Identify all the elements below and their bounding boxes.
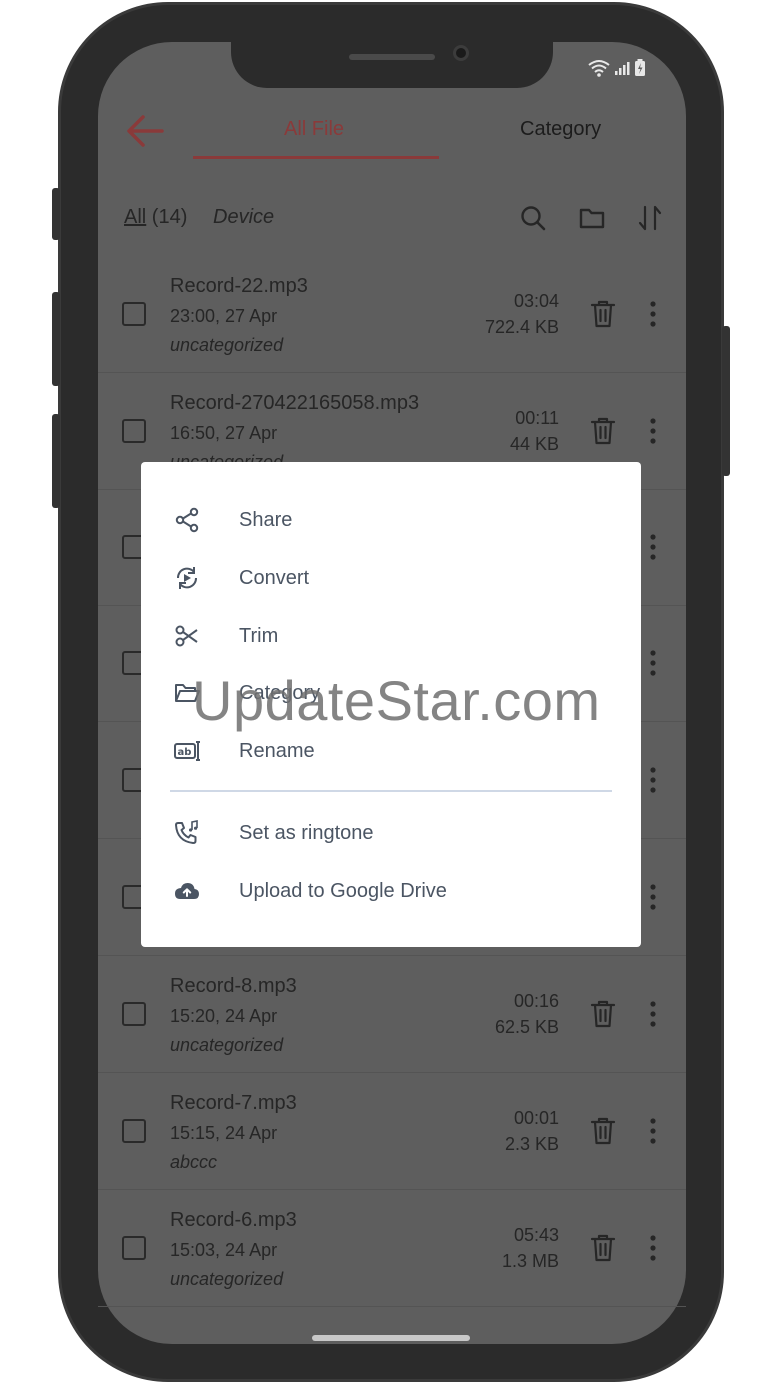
rename-icon: ab bbox=[174, 741, 200, 761]
home-indicator bbox=[312, 1335, 470, 1341]
row-checkbox[interactable] bbox=[122, 302, 146, 326]
menu-divider bbox=[170, 790, 612, 792]
list-item[interactable]: Record-6.mp3 15:03, 24 Apr uncategorized… bbox=[98, 1191, 686, 1307]
filter-all-count: (14) bbox=[151, 206, 188, 228]
list-item[interactable]: Record-7.mp3 15:15, 24 Apr abccc 00:01 2… bbox=[98, 1074, 686, 1190]
record-size: 62.5 KB bbox=[494, 1017, 559, 1037]
notch bbox=[231, 40, 553, 88]
record-size: 1.3 MB bbox=[501, 1251, 559, 1271]
record-duration: 05:43 bbox=[513, 1225, 559, 1245]
menu-item-label: Upload to Google Drive bbox=[239, 879, 447, 902]
active-tab-indicator bbox=[193, 156, 439, 159]
menu-item-share[interactable]: Share bbox=[141, 494, 641, 546]
more-vertical-icon[interactable] bbox=[646, 417, 660, 445]
list-item[interactable]: Record-8.mp3 15:20, 24 Apr uncategorized… bbox=[98, 957, 686, 1073]
record-duration: 00:11 bbox=[515, 408, 559, 428]
filter-all[interactable]: All (14) bbox=[124, 206, 187, 229]
wifi-icon bbox=[588, 60, 610, 77]
phone-music-icon bbox=[175, 820, 198, 844]
trash-icon[interactable] bbox=[590, 1233, 616, 1263]
trash-icon[interactable] bbox=[590, 999, 616, 1029]
record-date: 15:20, 24 Apr bbox=[170, 1006, 278, 1026]
record-date: 23:00, 27 Apr bbox=[170, 306, 278, 326]
record-duration: 00:01 bbox=[513, 1108, 559, 1128]
record-duration: 03:04 bbox=[513, 291, 559, 311]
menu-item-trim[interactable]: Trim bbox=[141, 610, 641, 662]
watermark: UpdateStar.com bbox=[192, 669, 601, 732]
folder-icon[interactable] bbox=[578, 204, 606, 232]
speaker bbox=[349, 54, 435, 60]
sort-icon[interactable] bbox=[636, 204, 664, 232]
more-vertical-icon[interactable] bbox=[646, 300, 660, 328]
menu-item-label: Convert bbox=[239, 566, 310, 589]
record-size: 722.4 KB bbox=[484, 317, 559, 337]
record-name: Record-270422165058.mp3 bbox=[170, 392, 420, 414]
filter-all-label: All bbox=[124, 206, 147, 228]
record-date: 15:15, 24 Apr bbox=[170, 1123, 278, 1143]
record-category: uncategorized bbox=[170, 335, 284, 355]
row-checkbox[interactable] bbox=[122, 1119, 146, 1143]
back-arrow-icon[interactable] bbox=[126, 114, 164, 148]
menu-item-set-ringtone[interactable]: Set as ringtone bbox=[141, 807, 641, 859]
share-icon bbox=[175, 507, 199, 533]
more-vertical-icon[interactable] bbox=[646, 1117, 660, 1145]
record-size: 44 KB bbox=[509, 434, 559, 454]
trash-icon[interactable] bbox=[590, 416, 616, 446]
battery-icon bbox=[635, 59, 645, 76]
row-checkbox[interactable] bbox=[122, 1002, 146, 1026]
more-vertical-icon[interactable] bbox=[646, 533, 660, 561]
status-bar bbox=[588, 56, 654, 80]
menu-item-upload-drive[interactable]: Upload to Google Drive bbox=[141, 865, 641, 917]
scissors-icon bbox=[175, 625, 198, 647]
record-date: 16:50, 27 Apr bbox=[170, 423, 278, 443]
record-size: 2.3 KB bbox=[504, 1134, 559, 1154]
menu-item-label: Trim bbox=[239, 624, 279, 647]
record-date: 15:03, 24 Apr bbox=[170, 1240, 278, 1260]
trash-icon[interactable] bbox=[590, 1116, 616, 1146]
filter-device[interactable]: Device bbox=[213, 206, 274, 229]
convert-icon bbox=[176, 567, 198, 589]
menu-item-label: Rename bbox=[239, 739, 315, 762]
list-item[interactable]: Record-22.mp3 23:00, 27 Apr uncategorize… bbox=[98, 257, 686, 373]
more-vertical-icon[interactable] bbox=[646, 1000, 660, 1028]
menu-item-convert[interactable]: Convert bbox=[141, 552, 641, 604]
record-category: abccc bbox=[170, 1152, 218, 1172]
svg-text:ab: ab bbox=[178, 747, 192, 758]
front-camera bbox=[453, 45, 469, 61]
search-icon[interactable] bbox=[519, 204, 547, 232]
menu-item-label: Share bbox=[239, 508, 293, 531]
record-name: Record-8.mp3 bbox=[170, 975, 297, 997]
more-vertical-icon[interactable] bbox=[646, 649, 660, 677]
tab-category[interactable]: Category bbox=[520, 118, 601, 141]
tab-all-file[interactable]: All File bbox=[284, 118, 344, 141]
record-name: Record-22.mp3 bbox=[170, 275, 308, 297]
row-checkbox[interactable] bbox=[122, 1236, 146, 1260]
record-category: uncategorized bbox=[170, 1035, 284, 1055]
cloud-upload-icon bbox=[175, 883, 199, 899]
row-checkbox[interactable] bbox=[122, 419, 146, 443]
more-vertical-icon[interactable] bbox=[646, 1234, 660, 1262]
trash-icon[interactable] bbox=[590, 299, 616, 329]
menu-item-label: Set as ringtone bbox=[239, 821, 374, 844]
record-category: uncategorized bbox=[170, 1269, 284, 1289]
record-duration: 00:16 bbox=[513, 991, 559, 1011]
more-vertical-icon[interactable] bbox=[646, 883, 660, 911]
record-name: Record-7.mp3 bbox=[170, 1092, 297, 1114]
signal-icon bbox=[615, 62, 630, 75]
more-vertical-icon[interactable] bbox=[646, 766, 660, 794]
record-name: Record-6.mp3 bbox=[170, 1209, 297, 1231]
